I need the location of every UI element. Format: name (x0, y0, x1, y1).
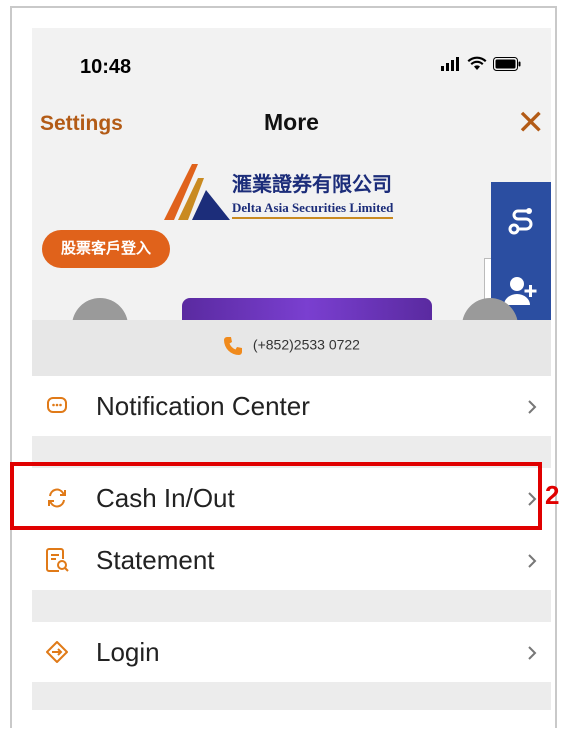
nav-bar: Settings More ✕ (32, 104, 551, 148)
menu-item-login[interactable]: Login (32, 622, 551, 682)
wifi-icon (467, 56, 487, 70)
contact-bar[interactable]: (+852)2533 0722 (32, 320, 551, 376)
promo-banner[interactable]: 滙業證券有限公司 Delta Asia Securities Limited 股… (32, 148, 551, 354)
menu-item-label: Notification Center (96, 390, 310, 421)
section-divider (32, 590, 551, 622)
page-title: More (264, 109, 319, 135)
stock-client-login-button[interactable]: 股票客戶登入 (42, 230, 170, 268)
statement-icon (44, 547, 70, 573)
chevron-right-icon (528, 554, 537, 568)
section-divider (32, 682, 551, 710)
signal-icon (441, 56, 459, 71)
logo-mark-icon (164, 164, 230, 220)
menu-item-label: Statement (96, 544, 215, 575)
message-icon (44, 393, 70, 419)
status-bar: 10:48 (32, 28, 551, 104)
route-button[interactable] (499, 202, 543, 242)
add-user-icon (504, 277, 537, 305)
step-badge: 2 (545, 480, 560, 510)
logo-chinese-name: 滙業證券有限公司 (232, 172, 392, 196)
company-logo: 滙業證券有限公司 Delta Asia Securities Limited (164, 154, 444, 224)
menu-item-statement[interactable]: Statement (32, 530, 551, 590)
route-icon (508, 208, 533, 235)
phone-screen: 10:48 Settings More ✕ 滙業證券有限公司 Delta Asi… (32, 28, 551, 728)
menu-item-notification-center[interactable]: Notification Center (32, 376, 551, 436)
phone-icon (224, 337, 243, 355)
close-icon[interactable]: ✕ (517, 106, 546, 140)
menu-item-label: Login (96, 636, 160, 667)
highlight-box (10, 462, 542, 530)
status-icons (441, 56, 521, 71)
logo-english-name: Delta Asia Securities Limited (232, 200, 394, 219)
contact-phone-number: (+852)2533 0722 (252, 336, 360, 353)
contact-line: (+852)2533 0722 (32, 336, 551, 356)
chevron-right-icon (528, 646, 537, 660)
chevron-right-icon (528, 400, 537, 414)
battery-icon (493, 56, 521, 71)
banner-edge (484, 258, 491, 300)
status-time: 10:48 (80, 56, 132, 78)
login-icon (44, 639, 70, 665)
